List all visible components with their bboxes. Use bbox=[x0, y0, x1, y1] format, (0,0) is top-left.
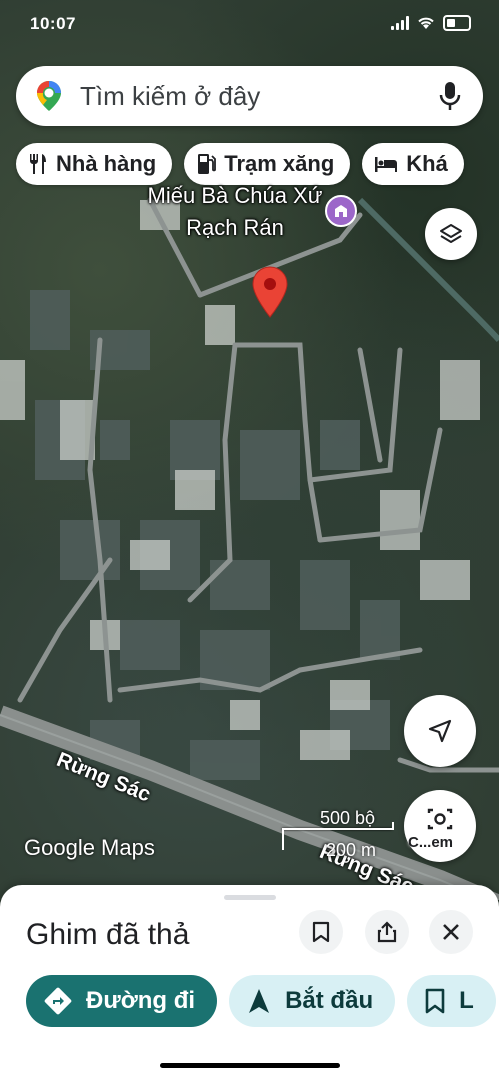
directions-label: Đường đi bbox=[86, 987, 196, 1014]
hotel-icon bbox=[375, 157, 398, 172]
bookmark-icon bbox=[312, 921, 330, 943]
sheet-title: Ghim đã thả bbox=[26, 918, 190, 951]
scale-imperial: 500 bộ bbox=[320, 808, 376, 828]
share-button[interactable] bbox=[365, 910, 409, 954]
start-label: Bắt đầu bbox=[285, 987, 374, 1014]
google-maps-watermark: Google Maps bbox=[24, 835, 155, 860]
battery-icon bbox=[443, 15, 471, 31]
action-buttons: Đường đi Bắt đầu L bbox=[26, 975, 496, 1027]
lens-button[interactable] bbox=[404, 790, 476, 862]
chip-gas-stations[interactable]: Trạm xăng bbox=[184, 143, 351, 185]
gas-station-icon bbox=[198, 154, 217, 174]
save-label: L bbox=[459, 987, 474, 1014]
close-icon bbox=[443, 924, 459, 940]
save-bookmark-button[interactable] bbox=[299, 910, 343, 954]
poi-label[interactable]: Miếu Bà Chúa Xứ Rạch Rán bbox=[140, 180, 330, 244]
chip-restaurants[interactable]: Nhà hàng bbox=[16, 143, 173, 185]
mic-icon[interactable] bbox=[439, 81, 461, 111]
google-maps-logo-icon bbox=[37, 81, 61, 111]
layers-button[interactable] bbox=[425, 208, 477, 260]
camera-icon bbox=[427, 808, 453, 830]
chip-hotels[interactable]: Khá bbox=[362, 143, 464, 185]
drag-handle[interactable] bbox=[224, 895, 276, 900]
directions-icon bbox=[44, 987, 72, 1015]
temple-icon[interactable] bbox=[325, 195, 357, 227]
lens-label: C...em bbox=[408, 834, 454, 851]
close-button[interactable] bbox=[429, 910, 473, 954]
dropped-pin-icon[interactable] bbox=[252, 266, 288, 318]
category-chips: Nhà hàng Trạm xăng Khá bbox=[16, 143, 464, 185]
my-location-button[interactable] bbox=[404, 695, 476, 767]
search-input[interactable]: Tìm kiếm ở đây bbox=[80, 81, 439, 112]
share-icon bbox=[377, 921, 397, 943]
chip-label: Trạm xăng bbox=[224, 151, 335, 176]
status-time: 10:07 bbox=[30, 14, 76, 33]
wifi-icon bbox=[418, 17, 434, 29]
layers-icon bbox=[440, 224, 462, 243]
navigation-icon bbox=[249, 989, 270, 1013]
bookmark-icon bbox=[425, 988, 445, 1014]
chip-label: Khá bbox=[406, 151, 448, 176]
status-icons bbox=[391, 15, 471, 31]
restaurant-icon bbox=[30, 154, 46, 174]
directions-button[interactable]: Đường đi bbox=[26, 975, 218, 1027]
search-bar[interactable]: Tìm kiếm ở đây bbox=[16, 66, 483, 126]
scale-metric: 200 m bbox=[326, 840, 377, 860]
home-indicator bbox=[160, 1063, 340, 1068]
chip-label: Nhà hàng bbox=[56, 151, 157, 176]
save-button[interactable]: L bbox=[407, 975, 496, 1027]
bottom-sheet[interactable]: Ghim đã thả Đường đi Bắt đầu L bbox=[0, 885, 499, 1080]
signal-icon bbox=[391, 16, 409, 30]
status-bar: 10:07 bbox=[0, 0, 499, 50]
navigation-arrow-icon bbox=[428, 719, 452, 743]
start-button[interactable]: Bắt đầu bbox=[229, 975, 396, 1027]
